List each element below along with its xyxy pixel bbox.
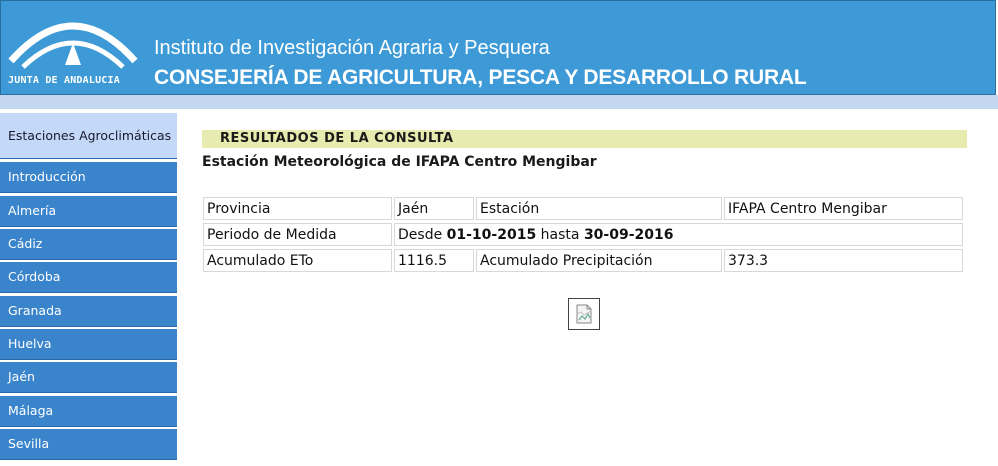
precipitacion-value: 373.3 bbox=[724, 249, 963, 272]
sidebar-item-label: Jaén bbox=[8, 369, 35, 384]
sidebar-item-almeria[interactable]: Almería bbox=[0, 196, 177, 227]
periodo-hasta: hasta bbox=[540, 226, 580, 243]
sidebar-item-cordoba[interactable]: Córdoba bbox=[0, 262, 177, 293]
sidebar-item-jaen[interactable]: Jaén bbox=[0, 362, 177, 393]
station-title: Estación Meteorológica de IFAPA Centro M… bbox=[202, 154, 597, 170]
eto-value: 1116.5 bbox=[394, 249, 474, 272]
results-heading: RESULTADOS DE LA CONSULTA bbox=[220, 131, 454, 146]
sidebar-item-estaciones[interactable]: Estaciones Agroclimáticas bbox=[0, 113, 177, 159]
sidebar-item-cadiz[interactable]: Cádiz bbox=[0, 229, 177, 260]
sidebar-item-label: Almería bbox=[8, 203, 57, 218]
periodo-start-date: 01-10-2015 bbox=[446, 226, 537, 243]
sidebar-item-label: Sevilla bbox=[8, 436, 50, 451]
sidebar-item-granada[interactable]: Granada bbox=[0, 296, 177, 327]
sidebar-item-huelva[interactable]: Huelva bbox=[0, 329, 177, 360]
provincia-value: Jaén bbox=[394, 197, 474, 220]
institute-title: Instituto de Investigación Agraria y Pes… bbox=[154, 37, 550, 59]
periodo-desde: Desde bbox=[398, 226, 443, 243]
estacion-value: IFAPA Centro Mengibar bbox=[724, 197, 963, 220]
consejeria-title: CONSEJERÍA DE AGRICULTURA, PESCA Y DESAR… bbox=[154, 66, 807, 89]
sidebar-item-label: Málaga bbox=[8, 403, 54, 418]
broken-image-icon bbox=[576, 304, 592, 324]
precipitacion-label: Acumulado Precipitación bbox=[476, 249, 722, 272]
provincia-label: Provincia bbox=[203, 197, 392, 220]
periodo-end-date: 30-09-2016 bbox=[583, 226, 674, 243]
header-divider bbox=[0, 95, 998, 109]
sidebar-item-malaga[interactable]: Málaga bbox=[0, 396, 177, 427]
results-heading-bar: RESULTADOS DE LA CONSULTA bbox=[202, 130, 967, 148]
sidebar-nav: Estaciones Agroclimáticas Introducción A… bbox=[0, 109, 180, 466]
header-banner: JUNTA DE ANDALUCIA Instituto de Investig… bbox=[0, 0, 996, 95]
logo-text: JUNTA DE ANDALUCIA bbox=[8, 75, 120, 86]
periodo-label: Periodo de Medida bbox=[203, 223, 392, 246]
sidebar-item-label: Córdoba bbox=[8, 269, 61, 284]
junta-logo[interactable]: JUNTA DE ANDALUCIA bbox=[1, 1, 141, 96]
estacion-label: Estación bbox=[476, 197, 722, 220]
sidebar-item-label: Estaciones Agroclimáticas bbox=[8, 127, 172, 143]
sidebar-item-label: Cádiz bbox=[8, 236, 43, 251]
chart-image-icon[interactable] bbox=[568, 298, 600, 330]
sidebar-item-sevilla[interactable]: Sevilla bbox=[0, 429, 177, 460]
sidebar-item-label: Granada bbox=[8, 303, 62, 318]
sidebar-item-label: Huelva bbox=[8, 336, 52, 351]
periodo-value: Desde 01-10-2015 hasta 30-09-2016 bbox=[394, 223, 963, 246]
sidebar-item-introduccion[interactable]: Introducción bbox=[0, 162, 177, 193]
sidebar-item-label: Introducción bbox=[8, 169, 86, 184]
eto-label: Acumulado ETo bbox=[203, 249, 392, 272]
